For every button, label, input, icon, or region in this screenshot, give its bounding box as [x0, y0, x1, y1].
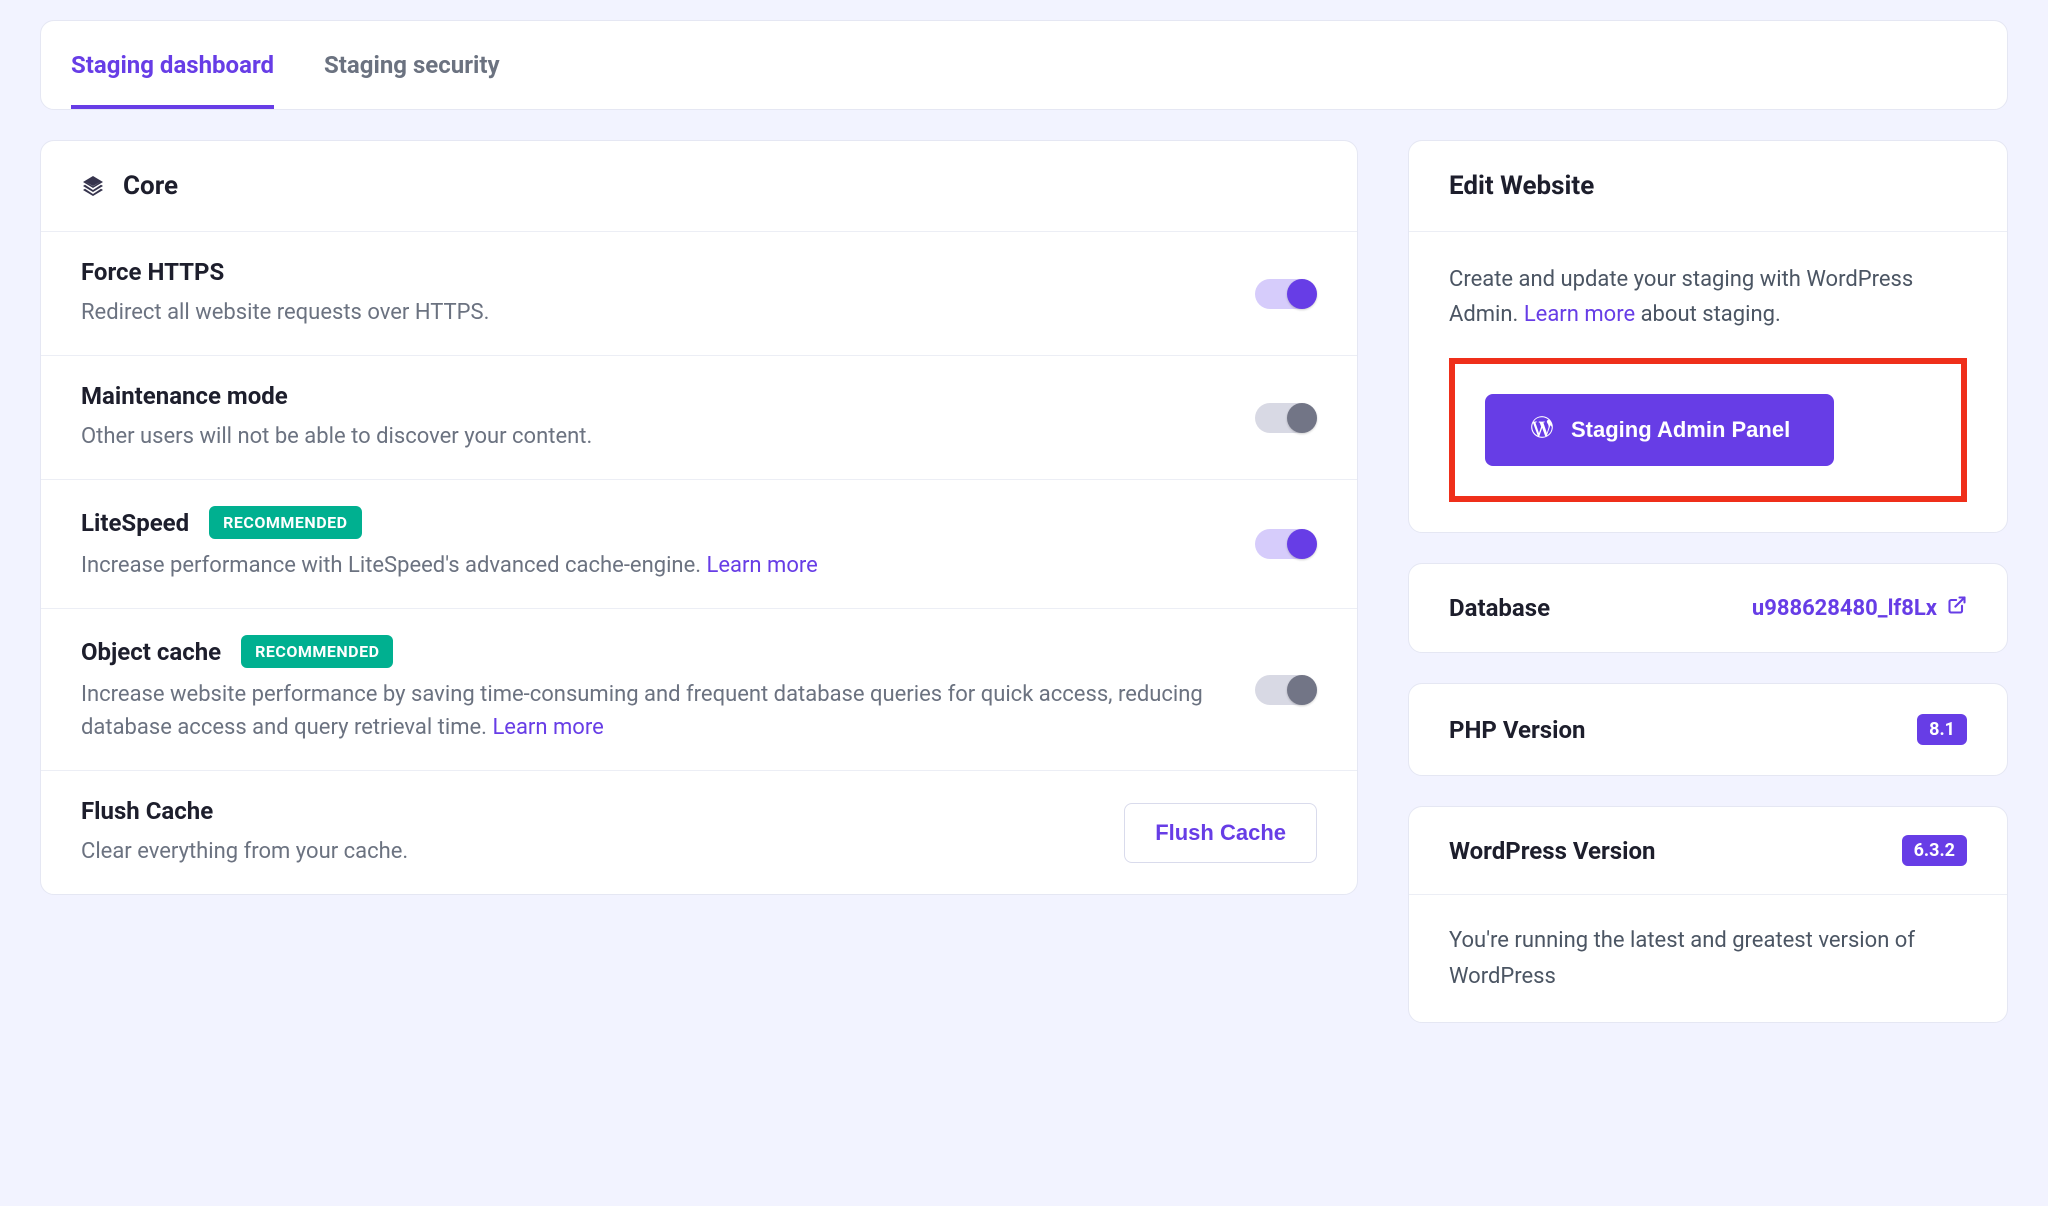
wordpress-version-desc: You're running the latest and greatest v… [1449, 923, 1967, 993]
edit-website-learn-more-link[interactable]: Learn more [1524, 302, 1635, 327]
edit-website-title: Edit Website [1449, 171, 1967, 201]
core-title: Core [123, 171, 178, 201]
highlight-box: Staging Admin Panel [1449, 358, 1967, 502]
core-card: Core Force HTTPS Redirect all website re… [40, 140, 1358, 895]
maintenance-desc: Other users will not be able to discover… [81, 420, 1231, 453]
database-label: Database [1449, 594, 1550, 622]
php-version-card: PHP Version 8.1 [1408, 683, 2008, 776]
flush-cache-desc: Clear everything from your cache. [81, 835, 1100, 868]
row-object-cache: Object cache RECOMMENDED Increase websit… [41, 608, 1357, 770]
database-value-link[interactable]: u988628480_lf8Lx [1752, 595, 1967, 621]
flush-cache-button[interactable]: Flush Cache [1124, 803, 1317, 863]
edit-website-card: Edit Website Create and update your stag… [1408, 140, 2008, 533]
external-link-icon [1947, 595, 1967, 621]
staging-admin-panel-button[interactable]: Staging Admin Panel [1485, 394, 1834, 466]
object-cache-desc: Increase website performance by saving t… [81, 678, 1231, 744]
object-cache-badge: RECOMMENDED [241, 635, 393, 668]
tab-staging-dashboard[interactable]: Staging dashboard [71, 21, 274, 109]
maintenance-toggle[interactable] [1255, 403, 1317, 433]
litespeed-toggle[interactable] [1255, 529, 1317, 559]
row-maintenance: Maintenance mode Other users will not be… [41, 355, 1357, 479]
row-force-https: Force HTTPS Redirect all website request… [41, 232, 1357, 355]
database-card: Database u988628480_lf8Lx [1408, 563, 2008, 653]
wordpress-version-label: WordPress Version [1449, 837, 1655, 865]
tab-staging-security[interactable]: Staging security [324, 21, 500, 109]
staging-admin-panel-label: Staging Admin Panel [1571, 417, 1790, 443]
row-litespeed: LiteSpeed RECOMMENDED Increase performan… [41, 479, 1357, 608]
edit-website-desc: Create and update your staging with Word… [1449, 262, 1967, 332]
row-flush-cache: Flush Cache Clear everything from your c… [41, 770, 1357, 894]
tabs-bar: Staging dashboard Staging security [40, 20, 2008, 110]
flush-cache-title: Flush Cache [81, 797, 213, 825]
php-version-badge: 8.1 [1917, 714, 1967, 745]
litespeed-badge: RECOMMENDED [209, 506, 361, 539]
object-cache-toggle[interactable] [1255, 675, 1317, 705]
litespeed-desc: Increase performance with LiteSpeed's ad… [81, 549, 1231, 582]
force-https-desc: Redirect all website requests over HTTPS… [81, 296, 1231, 329]
wordpress-version-card: WordPress Version 6.3.2 You're running t… [1408, 806, 2008, 1022]
layers-icon [81, 174, 105, 198]
force-https-title: Force HTTPS [81, 258, 224, 286]
php-version-label: PHP Version [1449, 716, 1585, 744]
force-https-toggle[interactable] [1255, 279, 1317, 309]
wordpress-version-badge: 6.3.2 [1902, 835, 1967, 866]
wordpress-icon [1529, 414, 1555, 446]
object-cache-learn-more-link[interactable]: Learn more [492, 715, 603, 740]
object-cache-title: Object cache [81, 638, 221, 666]
maintenance-title: Maintenance mode [81, 382, 288, 410]
litespeed-learn-more-link[interactable]: Learn more [707, 553, 818, 578]
litespeed-title: LiteSpeed [81, 509, 189, 537]
